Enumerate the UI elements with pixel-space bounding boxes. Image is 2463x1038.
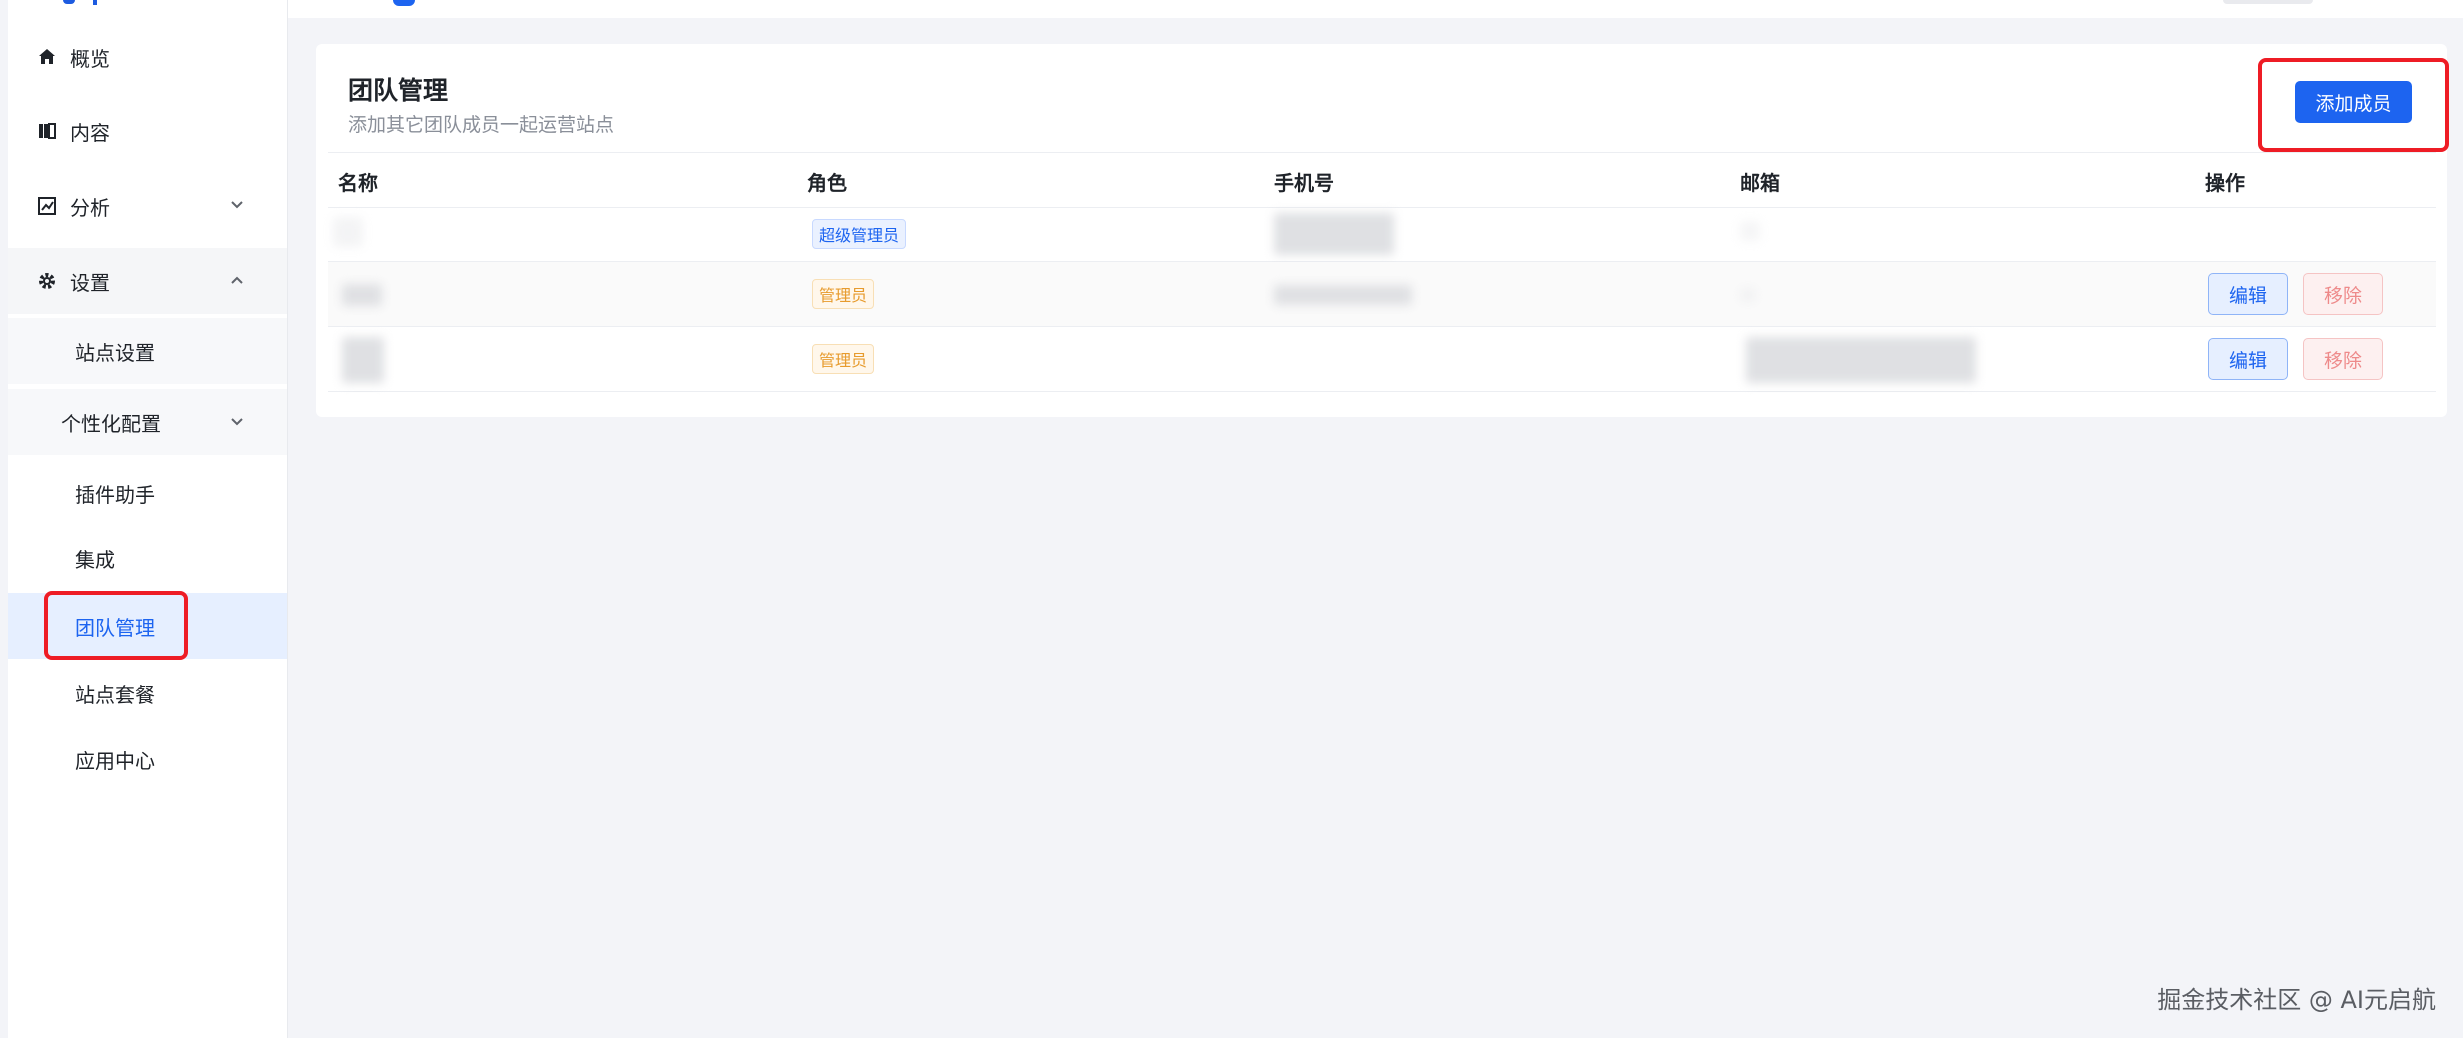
highlight-box: [2258, 58, 2449, 152]
sidebar-item-label: 应用中心: [75, 748, 155, 773]
book-icon: [36, 120, 58, 142]
column-header-actions: 操作: [2205, 171, 2245, 195]
sidebar-item-site-settings[interactable]: 站点设置: [8, 318, 287, 384]
sidebar-item-label: 设置: [70, 270, 110, 295]
sidebar-item-plugin-helper[interactable]: 插件助手: [8, 460, 287, 526]
page-title: 团队管理: [348, 76, 449, 105]
column-header-email: 邮箱: [1740, 171, 1780, 195]
redacted-email: [1740, 221, 1760, 241]
page-subtitle: 添加其它团队成员一起运营站点: [348, 114, 615, 136]
table-row: 管理员 编辑 移除: [328, 327, 2436, 392]
column-header-phone: 手机号: [1274, 171, 1334, 195]
remove-button[interactable]: 移除: [2303, 338, 2383, 380]
sidebar-item-site-plan[interactable]: 站点套餐: [8, 660, 287, 726]
sidebar-item-label: 分析: [70, 195, 110, 220]
role-badge: 管理员: [812, 279, 875, 309]
sidebar-item-label: 插件助手: [75, 482, 155, 507]
chevron-up-icon: [227, 270, 247, 290]
chevron-down-icon: [227, 412, 247, 432]
remove-button[interactable]: 移除: [2303, 273, 2383, 315]
chart-icon: [36, 195, 58, 217]
logo: [63, 0, 123, 6]
edit-button[interactable]: 编辑: [2208, 273, 2288, 315]
highlight-box: [44, 591, 188, 660]
sidebar-item-label: 内容: [70, 120, 110, 145]
redacted-name: [342, 337, 384, 383]
sidebar-item-overview[interactable]: 概览: [8, 24, 287, 90]
logo: [393, 0, 415, 6]
sidebar-item-analytics[interactable]: 分析: [8, 173, 287, 239]
role-badge: 超级管理员: [812, 219, 907, 249]
column-header-name: 名称: [338, 171, 378, 195]
sidebar-item-settings[interactable]: 设置: [8, 248, 287, 314]
gear-icon: [36, 270, 58, 292]
redacted-email: [1746, 337, 1976, 383]
sidebar-item-label: 站点套餐: [75, 682, 155, 707]
team-management-card: 团队管理 添加其它团队成员一起运营站点 添加成员 名称 角色 手机号 邮箱 操作…: [316, 44, 2447, 417]
sidebar-item-integration[interactable]: 集成: [8, 525, 287, 591]
header-control[interactable]: [2223, 0, 2313, 4]
redacted-name: [333, 217, 363, 247]
home-icon: [36, 46, 58, 68]
redacted-email: [1740, 288, 1756, 302]
chevron-down-icon: [227, 195, 247, 215]
role-badge: 管理员: [812, 344, 875, 374]
edit-button[interactable]: 编辑: [2208, 338, 2288, 380]
redacted-phone: [1274, 285, 1412, 305]
table-row: 超级管理员: [328, 207, 2436, 262]
top-header: [288, 0, 2463, 18]
sidebar-item-label: 站点设置: [75, 340, 155, 365]
sidebar-item-label: 集成: [75, 547, 115, 572]
sidebar-item-personalization[interactable]: 个性化配置: [8, 389, 287, 455]
sidebar: 概览 内容 分析 设置 站点设置 个性化配置 插件助手 集成 团队管理 站点套餐…: [8, 0, 288, 1038]
table-header: 名称 角色 手机号 邮箱 操作: [328, 152, 2436, 208]
sidebar-item-app-center[interactable]: 应用中心: [8, 726, 287, 792]
sidebar-item-label: 概览: [70, 46, 110, 71]
column-header-role: 角色: [807, 171, 847, 195]
watermark: 掘金技术社区 @ AI元启航: [2157, 986, 2436, 1014]
table-row: 管理员 编辑 移除: [328, 262, 2436, 327]
redacted-name: [342, 284, 382, 306]
sidebar-item-label: 个性化配置: [61, 411, 161, 436]
redacted-phone: [1274, 213, 1394, 255]
sidebar-item-content[interactable]: 内容: [8, 98, 287, 164]
